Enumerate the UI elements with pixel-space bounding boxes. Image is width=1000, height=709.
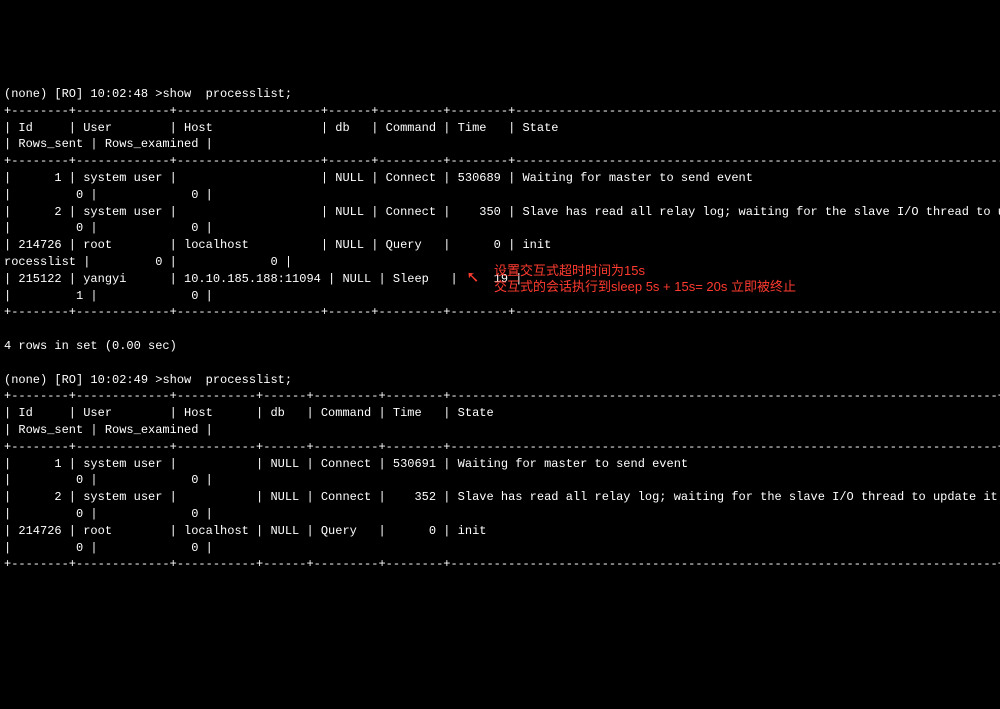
table-row: | 1 | system user | | NULL | Connect | 5… [4,171,1000,185]
table-row: | 2 | system user | | NULL | Connect | 3… [4,205,1000,219]
table-row: | 214726 | root | localhost | NULL | Que… [4,524,1000,538]
table-row-wrap: | 0 | 0 | [4,541,213,555]
table-row: | 1 | system user | | NULL | Connect | 5… [4,457,1000,471]
table-row-wrap: | 0 | 0 | [4,188,213,202]
table-header: | Id | User | Host | db | Command | Time… [4,121,1000,135]
table-header: | Id | User | Host | db | Command | Time… [4,406,1000,420]
table-header-wrap: | Rows_sent | Rows_examined | [4,137,213,151]
table-separator: +--------+-------------+-----------+----… [4,557,1000,571]
annotation-line2: 交互式的会话执行到sleep 5s + 15s= 20s 立即被终止 [494,278,796,296]
prompt: (none) [RO] 10:02:48 > [4,87,162,101]
table-row: | 2 | system user | | NULL | Connect | 3… [4,490,1000,504]
table-separator: +--------+-------------+----------------… [4,154,1000,168]
table-row-wrap: rocesslist | 0 | 0 | [4,255,292,269]
prompt: (none) [RO] 10:02:49 > [4,373,162,387]
table-separator: +--------+-------------+-----------+----… [4,389,1000,403]
table-separator: +--------+-------------+----------------… [4,305,1000,319]
table-row-wrap: | 0 | 0 | [4,221,213,235]
table-separator: +--------+-------------+-----------+----… [4,440,1000,454]
command-text: show processlist; [162,373,292,387]
command-text: show processlist; [162,87,292,101]
table-separator: +--------+-------------+----------------… [4,104,1000,118]
result-summary: 4 rows in set (0.00 sec) [4,339,177,353]
terminal-output: (none) [RO] 10:02:48 >show processlist; … [4,69,996,623]
annotation-arrow-icon: ➚ [466,267,479,289]
table-row: | 214726 | root | localhost | NULL | Que… [4,238,1000,252]
table-row-wrap: | 0 | 0 | [4,473,213,487]
table-header-wrap: | Rows_sent | Rows_examined | [4,423,213,437]
table-row-wrap: | 0 | 0 | [4,507,213,521]
table-row: | 215122 | yangyi | 10.10.185.188:11094 … [4,272,522,286]
table-row-wrap: | 1 | 0 | [4,289,213,303]
